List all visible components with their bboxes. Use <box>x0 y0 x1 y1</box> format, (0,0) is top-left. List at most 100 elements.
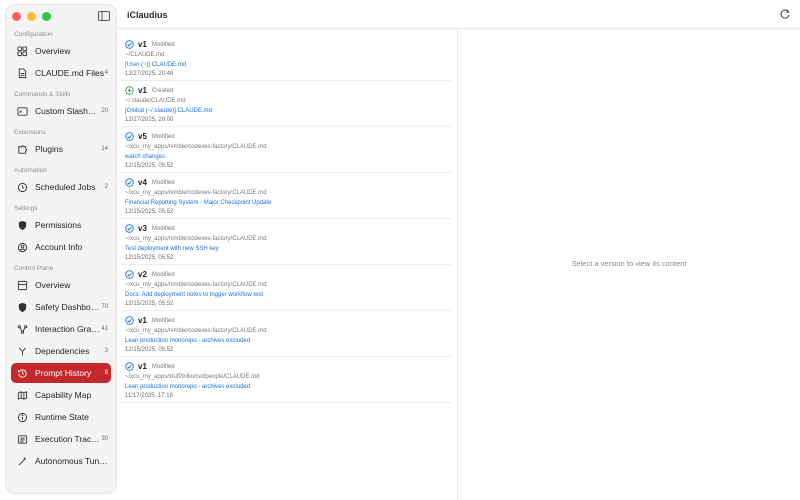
change-kind: Modified <box>151 133 175 140</box>
zoom-window-button[interactable] <box>42 12 51 21</box>
file-path: ~/xcu_my_apps/nimble/codexes-factory/CLA… <box>125 144 267 150</box>
timestamp: 12/15/2025, 05:52 <box>125 347 174 353</box>
sidebar-item-overview[interactable]: Overview <box>11 275 111 295</box>
sidebar-item-label: Interaction Gra… <box>35 324 100 334</box>
minimize-window-button[interactable] <box>27 12 36 21</box>
modified-status-icon <box>125 270 134 279</box>
sidebar-toggle-icon[interactable] <box>98 11 110 21</box>
timestamp: 12/15/2025, 05:52 <box>125 209 174 215</box>
version-list-item[interactable]: v1 Created ~/.claude/CLAUDE.md [Global (~/.… <box>121 81 451 127</box>
sidebar-item-autonomous-tun[interactable]: Autonomous Tun… <box>11 451 111 471</box>
sidebar-item-label: Autonomous Tun… <box>35 456 108 466</box>
version-list-item[interactable]: v5 Modified ~/xcu_my_apps/nimble/codexes-f… <box>121 127 451 173</box>
version-list-item[interactable]: v1 Modified ~/xcu_my_apps/xtuff/trillionso… <box>121 357 451 403</box>
commit-message: [User (~)] CLAUDE.md <box>125 62 187 68</box>
commit-message: Lean production monorepo - archives excl… <box>125 384 251 390</box>
change-kind: Created <box>151 87 174 94</box>
version-list-item[interactable]: v3 Modified ~/xcu_my_apps/nimble/codexes-f… <box>121 219 451 265</box>
list-icon <box>17 434 28 445</box>
person-icon <box>17 242 28 253</box>
change-kind: Modified <box>151 41 175 48</box>
wand-icon <box>17 456 28 467</box>
commit-message: Financial Reporting System - Major Check… <box>125 200 272 206</box>
sidebar-item-safety-dashbo[interactable]: Safety Dashbo… 70 <box>11 297 111 317</box>
sidebar-item-label: Prompt History <box>35 368 92 378</box>
sidebar-item-count: 14 <box>101 146 108 152</box>
file-path: ~/xcu_my_apps/nimble/codexes-factory/CLA… <box>125 282 267 288</box>
sidebar-section-label: Automation <box>14 167 47 174</box>
history-icon <box>17 368 28 379</box>
sidebar-item-count: 20 <box>101 108 108 114</box>
sidebar-item-label: Runtime State <box>35 412 89 422</box>
modified-status-icon <box>125 178 134 187</box>
sidebar-item-interaction-gra[interactable]: Interaction Gra… 41 <box>11 319 111 339</box>
file-path: ~/CLAUDE.md <box>125 52 165 58</box>
sidebar-item-dependencies[interactable]: Dependencies 3 <box>11 341 111 361</box>
sidebar-item-label: Permissions <box>35 220 82 230</box>
version-number: v1 <box>138 316 147 325</box>
timestamp: 12/15/2025, 05:52 <box>125 255 174 261</box>
commit-message: Lean production monorepo - archives excl… <box>125 338 251 344</box>
shield-icon <box>17 302 28 313</box>
commit-message: Docs: Add deployment notes to trigger wo… <box>125 292 264 298</box>
document-icon <box>17 67 28 79</box>
sidebar-section-label: Commands & Skills <box>14 91 71 98</box>
sidebar-item-overview[interactable]: Overview <box>11 41 111 61</box>
file-path: ~/.claude/CLAUDE.md <box>125 98 186 104</box>
commit-message: Test deployment with new SSH key <box>125 246 219 252</box>
sidebar-item-label: Safety Dashbo… <box>35 302 100 312</box>
sidebar-item-plugins[interactable]: Plugins 14 <box>11 139 111 159</box>
sidebar-item-runtime-state[interactable]: Runtime State <box>11 407 111 427</box>
sidebar-item-label: Overview <box>35 46 71 56</box>
sidebar-item-label: CLAUDE.md Files <box>35 68 104 78</box>
sidebar-item-scheduled-jobs[interactable]: Scheduled Jobs 2 <box>11 177 111 197</box>
commit-message: [Global (~/.claude)] CLAUDE.md <box>125 108 212 114</box>
modified-status-icon <box>125 362 134 371</box>
window-controls <box>12 12 51 21</box>
modified-status-icon <box>125 40 134 49</box>
sidebar-item-count: 2 <box>104 184 108 190</box>
sidebar-item-capability-map[interactable]: Capability Map <box>11 385 111 405</box>
version-list-item[interactable]: v4 Modified ~/xcu_my_apps/nimble/codexes-f… <box>121 173 451 219</box>
timestamp: 11/17/2025, 17:18 <box>125 393 173 399</box>
version-list: v1 Modified ~/CLAUDE.md [User (~)] CLAUDE.m… <box>117 29 457 500</box>
version-number: v1 <box>138 40 147 49</box>
graph-icon <box>17 324 28 335</box>
version-list-item[interactable]: v1 Modified ~/xcu_my_apps/nimble/codexes-f… <box>121 311 451 357</box>
change-kind: Modified <box>151 271 175 278</box>
created-status-icon <box>125 86 134 95</box>
file-path: ~/xcu_my_apps/nimble/codexes-factory/CLA… <box>125 328 267 334</box>
sidebar-section-label: Settings <box>14 205 38 212</box>
version-list-item[interactable]: v2 Modified ~/xcu_my_apps/nimble/codexes-f… <box>121 265 451 311</box>
change-kind: Modified <box>151 225 175 232</box>
sidebar-item-label: Custom Slash… <box>35 106 97 116</box>
sidebar-item-count: 4 <box>104 70 108 76</box>
sidebar-item-count: 8 <box>104 370 108 376</box>
sidebar: Configuration Overview CLAUDE.md Files 4 Com… <box>5 4 117 494</box>
dashboard-icon <box>17 280 28 291</box>
map-icon <box>17 390 28 401</box>
timestamp: 12/27/2025, 20:49 <box>125 71 174 77</box>
file-path: ~/xcu_my_apps/nimble/codexes-factory/CLA… <box>125 190 267 196</box>
version-number: v5 <box>138 132 147 141</box>
close-window-button[interactable] <box>12 12 21 21</box>
sidebar-item-account-info[interactable]: Account Info <box>11 237 111 257</box>
version-number: v1 <box>138 86 147 95</box>
version-list-item[interactable]: v1 Modified ~/CLAUDE.md [User (~)] CLAUDE.m… <box>121 35 451 81</box>
change-kind: Modified <box>151 363 175 370</box>
sidebar-section-label: Control Plane <box>14 265 54 272</box>
refresh-icon[interactable] <box>779 8 791 20</box>
sidebar-item-claude-md-files[interactable]: CLAUDE.md Files 4 <box>11 63 111 83</box>
sidebar-item-execution-trac[interactable]: Execution Trac… 30 <box>11 429 111 449</box>
version-number: v3 <box>138 224 147 233</box>
sidebar-item-prompt-history[interactable]: Prompt History 8 <box>11 363 111 383</box>
sidebar-item-permissions[interactable]: Permissions <box>11 215 111 235</box>
sidebar-item-label: Overview <box>35 280 71 290</box>
sidebar-item-label: Execution Trac… <box>35 434 100 444</box>
sidebar-section-label: Configuration <box>14 31 53 38</box>
timestamp: 12/15/2025, 05:52 <box>125 301 174 307</box>
info-icon <box>17 412 28 423</box>
sidebar-item-custom-slash[interactable]: Custom Slash… 20 <box>11 101 111 121</box>
sidebar-item-label: Capability Map <box>35 390 92 400</box>
lock-shield-icon <box>17 220 28 231</box>
